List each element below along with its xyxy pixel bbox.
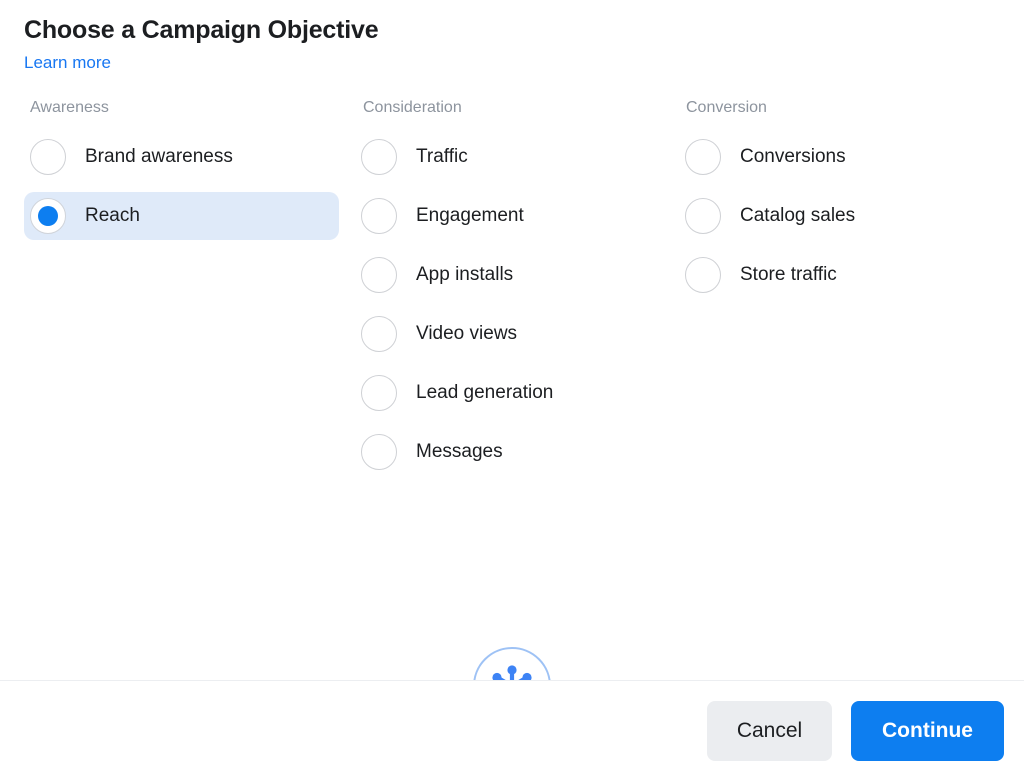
dialog-body: Awareness Brand awareness Reach Consider…: [0, 74, 1024, 680]
radio-icon[interactable]: [361, 316, 397, 352]
option-label: Engagement: [416, 205, 524, 226]
radio-icon[interactable]: [361, 434, 397, 470]
option-label: App installs: [416, 264, 514, 285]
radio-icon[interactable]: [685, 139, 721, 175]
radio-dot-icon: [38, 206, 58, 226]
option-catalog-sales[interactable]: Catalog sales: [679, 192, 999, 240]
continue-button[interactable]: Continue: [851, 701, 1004, 761]
option-label: Brand awareness: [85, 146, 233, 167]
hub-spokes-icon: [492, 665, 532, 680]
option-lead-generation[interactable]: Lead generation: [355, 369, 679, 417]
radio-icon[interactable]: [361, 375, 397, 411]
radio-icon[interactable]: [361, 198, 397, 234]
radio-icon[interactable]: [361, 139, 397, 175]
column-awareness: Awareness Brand awareness Reach: [24, 98, 355, 251]
badge-circle: [473, 647, 551, 680]
dialog-header: Choose a Campaign Objective Learn more: [0, 0, 1024, 74]
option-label: Store traffic: [740, 264, 837, 285]
cancel-button[interactable]: Cancel: [707, 701, 832, 761]
option-label: Catalog sales: [740, 205, 856, 226]
option-video-views[interactable]: Video views: [355, 310, 679, 358]
campaign-objective-dialog: Choose a Campaign Objective Learn more A…: [0, 0, 1024, 781]
option-list-awareness: Brand awareness Reach: [24, 133, 355, 240]
column-conversion: Conversion Conversions Catalog sales Sto…: [679, 98, 999, 310]
option-list-conversion: Conversions Catalog sales Store traffic: [679, 133, 999, 299]
page-title: Choose a Campaign Objective: [24, 16, 379, 44]
option-label: Traffic: [416, 146, 468, 167]
option-traffic[interactable]: Traffic: [355, 133, 679, 181]
radio-icon[interactable]: [685, 257, 721, 293]
column-heading-awareness: Awareness: [30, 99, 109, 116]
column-heading-consideration: Consideration: [363, 99, 462, 116]
option-app-installs[interactable]: App installs: [355, 251, 679, 299]
learn-more-link[interactable]: Learn more: [24, 52, 111, 74]
column-consideration: Consideration Traffic Engagement App ins…: [355, 98, 679, 487]
option-brand-awareness[interactable]: Brand awareness: [24, 133, 339, 181]
option-engagement[interactable]: Engagement: [355, 192, 679, 240]
radio-icon[interactable]: [30, 198, 66, 234]
column-heading-conversion: Conversion: [686, 99, 767, 116]
radio-icon[interactable]: [685, 198, 721, 234]
objective-illustration: [0, 647, 1024, 680]
option-list-consideration: Traffic Engagement App installs Video vi…: [355, 133, 679, 476]
option-reach[interactable]: Reach: [24, 192, 339, 240]
option-messages[interactable]: Messages: [355, 428, 679, 476]
option-label: Reach: [85, 205, 140, 226]
option-label: Messages: [416, 441, 503, 462]
option-label: Lead generation: [416, 382, 554, 403]
dialog-footer: Cancel Continue: [0, 680, 1024, 781]
option-label: Video views: [416, 323, 518, 344]
option-conversions[interactable]: Conversions: [679, 133, 999, 181]
radio-icon[interactable]: [30, 139, 66, 175]
objective-columns: Awareness Brand awareness Reach Consider…: [24, 98, 1000, 487]
radio-icon[interactable]: [361, 257, 397, 293]
option-store-traffic[interactable]: Store traffic: [679, 251, 999, 299]
option-label: Conversions: [740, 146, 846, 167]
